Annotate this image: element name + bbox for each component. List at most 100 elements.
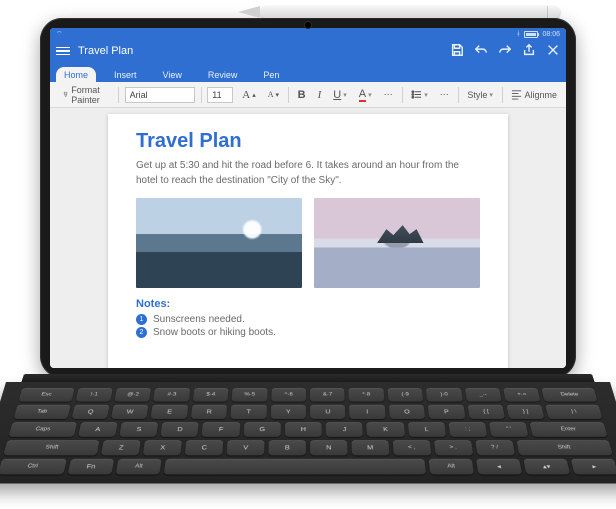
underline-button[interactable]: U▾ — [330, 87, 349, 103]
key[interactable]: ▸ — [571, 459, 616, 475]
tab-review[interactable]: Review — [200, 67, 246, 82]
key[interactable]: | \ — [546, 405, 603, 419]
bold-button[interactable]: B — [295, 87, 309, 103]
key[interactable]: I — [349, 405, 385, 419]
key[interactable]: Enter — [530, 422, 608, 437]
key[interactable]: O — [389, 405, 426, 419]
physical-keyboard: Esc!·1@·2#·3$·4%·5^·6&·7*·8(·9)·0_·-+·=D… — [0, 382, 616, 484]
style-dropdown[interactable]: Style▾ — [464, 88, 496, 102]
key[interactable]: C — [185, 440, 224, 455]
key[interactable]: S — [119, 422, 158, 437]
key[interactable]: Delete — [542, 388, 598, 402]
key[interactable]: V — [227, 440, 265, 455]
tablet-frame: ⌔ ᚼ 08:06 Travel Plan Home Insert — [40, 18, 576, 378]
key[interactable]: Tab — [13, 405, 70, 419]
tab-pen[interactable]: Pen — [255, 67, 287, 82]
key[interactable]: > . — [434, 440, 473, 455]
ribbon-toolbar: Format Painter A▴ A▾ B I U▾ A▾ ⋯ ▾ ⋯ Sty… — [50, 82, 566, 108]
redo-button[interactable] — [498, 43, 512, 60]
key[interactable]: Fn — [68, 459, 115, 475]
key[interactable]: } ] — [506, 405, 544, 419]
document-page[interactable]: Travel Plan Get up at 5:30 and hit the r… — [108, 114, 508, 368]
key[interactable]: +·= — [503, 388, 541, 402]
key[interactable]: ^·6 — [271, 388, 306, 402]
font-name-combo[interactable] — [125, 87, 195, 103]
key[interactable]: B — [268, 440, 306, 455]
key[interactable]: < , — [393, 440, 432, 455]
font-color-button[interactable]: A▾ — [356, 86, 375, 104]
key[interactable]: %·5 — [232, 388, 268, 402]
title-bar: Travel Plan — [50, 40, 566, 62]
key[interactable]: Esc — [18, 388, 74, 402]
tab-home[interactable]: Home — [56, 67, 96, 82]
key[interactable]: U — [310, 405, 346, 419]
key[interactable]: F — [202, 422, 240, 437]
key[interactable]: Z — [101, 440, 141, 455]
key[interactable]: T — [230, 405, 266, 419]
key[interactable]: )·0 — [426, 388, 463, 402]
key[interactable]: @·2 — [114, 388, 151, 402]
inserted-image-2[interactable] — [314, 198, 480, 288]
key[interactable]: _·- — [465, 388, 502, 402]
clock-text: 08:06 — [542, 31, 560, 38]
key[interactable]: H — [285, 422, 322, 437]
key[interactable]: (·9 — [387, 388, 423, 402]
key[interactable]: *·8 — [349, 388, 385, 402]
key[interactable]: Alt — [116, 459, 162, 475]
key[interactable]: Shift — [516, 440, 613, 455]
key[interactable]: W — [111, 405, 149, 419]
share-button[interactable] — [522, 43, 536, 60]
key[interactable]: Ctrl — [0, 459, 67, 475]
ellipsis-1[interactable]: ⋯ — [381, 87, 396, 102]
font-size-combo[interactable] — [207, 87, 233, 103]
key[interactable]: ? / — [475, 440, 515, 455]
key[interactable]: ▴▾ — [523, 459, 570, 475]
bullets-button[interactable]: ▾ — [408, 87, 431, 102]
undo-button[interactable] — [474, 43, 488, 60]
key[interactable] — [164, 459, 426, 475]
key[interactable]: J — [326, 422, 363, 437]
grow-font-button[interactable]: A▴ — [239, 87, 258, 103]
key[interactable]: G — [243, 422, 281, 437]
document-viewport[interactable]: Travel Plan Get up at 5:30 and hit the r… — [50, 108, 566, 368]
key[interactable]: ◂ — [476, 459, 522, 475]
close-button[interactable] — [546, 43, 560, 60]
key[interactable]: $·4 — [193, 388, 229, 402]
key[interactable]: Shift — [3, 440, 100, 455]
key[interactable]: K — [367, 422, 405, 437]
menu-bar: Home Insert View Review Pen — [50, 62, 566, 82]
key[interactable]: X — [143, 440, 182, 455]
menu-icon[interactable] — [56, 47, 70, 56]
key[interactable]: N — [310, 440, 348, 455]
inserted-image-1[interactable] — [136, 198, 302, 288]
key[interactable]: : ; — [448, 422, 487, 437]
numbered-bullet-icon: 1 — [136, 314, 147, 325]
key[interactable]: E — [151, 405, 188, 419]
format-painter-button[interactable]: Format Painter — [60, 83, 108, 107]
alignment-button[interactable]: Alignme — [508, 87, 560, 102]
ellipsis-2[interactable]: ⋯ — [437, 87, 452, 102]
tab-insert[interactable]: Insert — [106, 67, 145, 82]
shrink-font-button[interactable]: A▾ — [265, 88, 282, 101]
italic-button[interactable]: I — [315, 87, 325, 103]
key[interactable]: Caps — [8, 422, 76, 437]
tab-view[interactable]: View — [155, 67, 190, 82]
key[interactable]: R — [191, 405, 228, 419]
note-item-1: 1 Sunscreens needed. — [136, 314, 480, 325]
key[interactable]: #·3 — [153, 388, 190, 402]
key[interactable]: L — [408, 422, 447, 437]
key[interactable]: !·1 — [75, 388, 113, 402]
key[interactable]: Alt — [429, 459, 474, 475]
key[interactable]: { [ — [467, 405, 505, 419]
key[interactable]: Q — [71, 405, 109, 419]
format-painter-label: Format Painter — [71, 85, 105, 105]
key[interactable]: P — [428, 405, 465, 419]
key[interactable]: A — [78, 422, 118, 437]
key[interactable]: " ' — [489, 422, 529, 437]
save-button[interactable] — [450, 43, 464, 60]
key[interactable]: M — [351, 440, 389, 455]
key[interactable]: Y — [270, 405, 306, 419]
key[interactable]: D — [161, 422, 200, 437]
key-row-2: TabQWERTYUIOP{ [} ]| \ — [13, 405, 602, 419]
key[interactable]: &·7 — [310, 388, 345, 402]
